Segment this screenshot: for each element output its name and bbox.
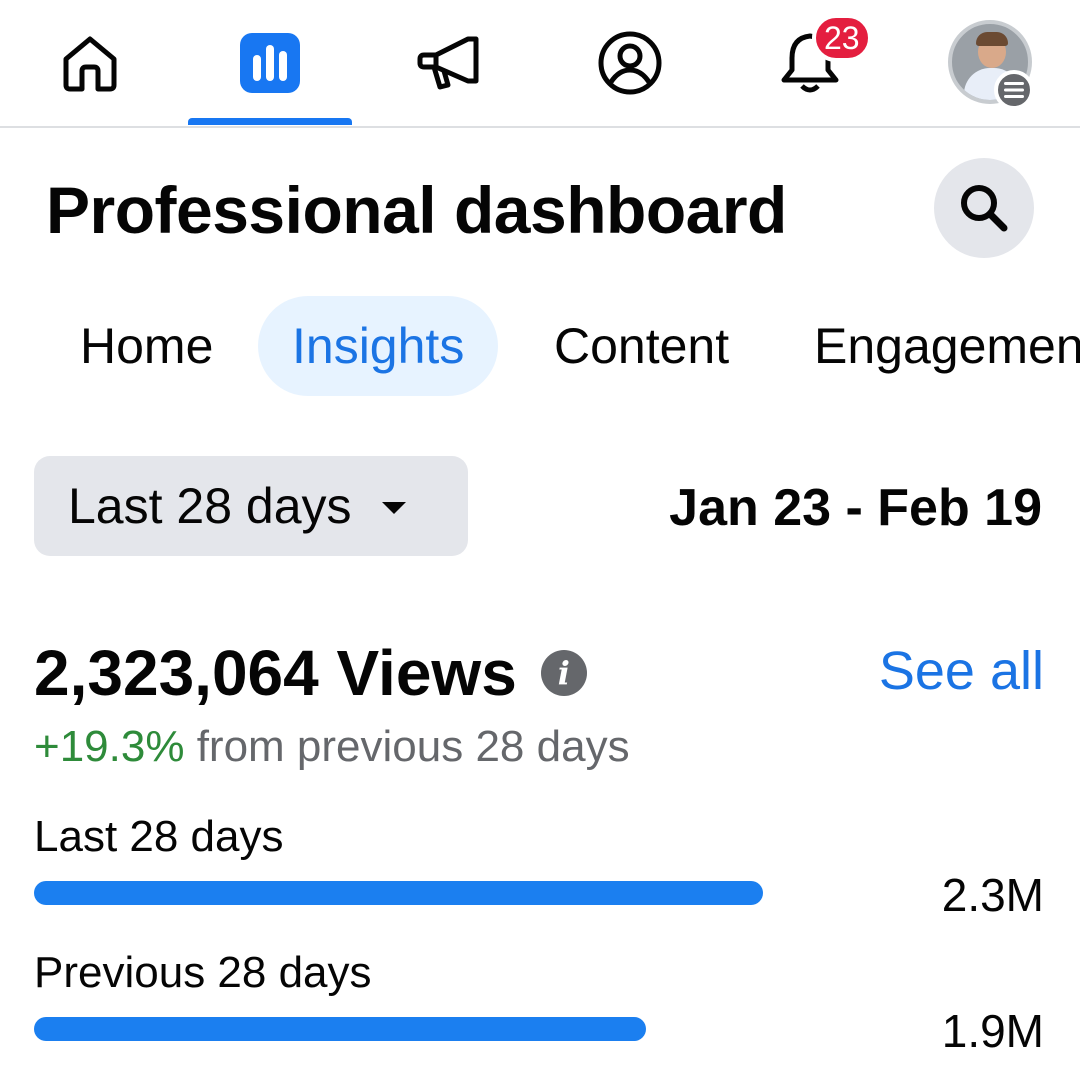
section-tabs: Home Insights Content Engagement — [0, 296, 1080, 400]
date-range-dropdown[interactable]: Last 28 days — [34, 456, 468, 556]
bar-label-previous-28: Previous 28 days — [34, 948, 372, 997]
menu-icon[interactable] — [994, 70, 1034, 110]
bar-label-last-28: Last 28 days — [34, 812, 284, 861]
caret-down-icon — [381, 502, 406, 514]
home-icon — [63, 36, 117, 92]
nav-insights[interactable] — [188, 0, 352, 126]
views-change: +19.3% from previous 28 days — [34, 722, 630, 772]
megaphone-icon — [417, 36, 479, 90]
tab-engagement[interactable]: Engagement — [780, 296, 1080, 396]
search-button[interactable] — [934, 158, 1034, 258]
nav-home[interactable] — [8, 0, 172, 126]
info-icon[interactable]: i — [540, 650, 587, 696]
notification-count-badge: 23 — [812, 14, 872, 62]
views-change-percent: +19.3% — [34, 722, 185, 771]
bar-fill-previous-28 — [34, 1017, 646, 1041]
nav-ads[interactable] — [368, 0, 532, 126]
profile-icon — [598, 31, 662, 95]
bar-value-previous-28: 1.9M — [941, 1005, 1044, 1057]
bar-value-last-28: 2.3M — [941, 869, 1044, 921]
bar-fill-last-28 — [34, 881, 763, 905]
nav-notifications[interactable] — [728, 0, 892, 126]
bar-track-last-28 — [34, 881, 934, 905]
top-navigation: 23 — [0, 0, 1080, 128]
bar-chart-icon — [240, 33, 300, 93]
tab-insights[interactable]: Insights — [258, 296, 499, 396]
tab-content[interactable]: Content — [520, 296, 763, 396]
active-tab-indicator — [188, 118, 352, 125]
nav-profile[interactable] — [548, 0, 712, 126]
views-heading: 2,323,064 Views i — [34, 636, 587, 710]
page-title: Professional dashboard — [46, 173, 787, 247]
bar-track-previous-28 — [34, 1017, 934, 1041]
see-all-link[interactable]: See all — [879, 640, 1044, 702]
date-range-text: Jan 23 - Feb 19 — [669, 479, 1042, 537]
views-change-text: from previous 28 days — [196, 722, 630, 771]
tab-home[interactable]: Home — [46, 296, 247, 396]
views-count: 2,323,064 Views — [34, 637, 517, 709]
date-range-selected: Last 28 days — [68, 478, 352, 534]
search-icon — [961, 185, 1008, 232]
